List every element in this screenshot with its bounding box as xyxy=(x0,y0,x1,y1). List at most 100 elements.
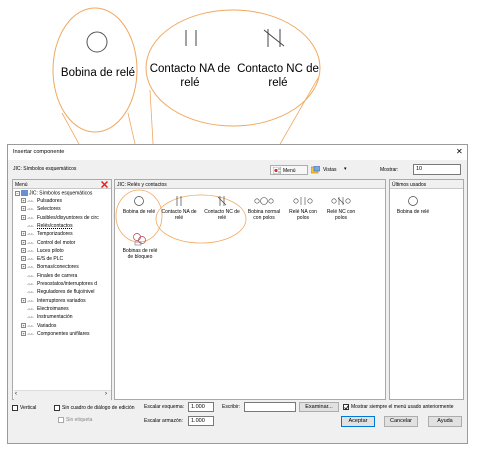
component-nc-poles[interactable]: Relé NC con polos xyxy=(323,195,359,221)
dropdown-arrow-icon: ▾ xyxy=(344,166,347,172)
tree-root[interactable]: − JIC: Símbolos esquemáticos xyxy=(15,190,92,197)
tree-item[interactable]: -•-•- Relés/contactos xyxy=(21,222,73,229)
library-icon xyxy=(21,190,28,196)
tree-item[interactable]: + -•-•- Fusibles/disyuntores de circ xyxy=(21,214,99,221)
symbol-folder-icon: -•-•- xyxy=(27,305,34,311)
no-edit-dialog-label: Sin cuadro de diálogo de edición xyxy=(62,405,135,411)
expand-icon[interactable]: + xyxy=(21,214,26,220)
always-show-menu-label: Mostrar siempre el menú usado anteriorme… xyxy=(351,404,454,410)
vertical-label: Vertical xyxy=(20,405,37,411)
coil-icon xyxy=(408,196,418,206)
tree-item[interactable]: -•-•- Electroimanes xyxy=(21,305,69,312)
symbol-folder-icon: -•-•- xyxy=(27,297,34,303)
tree-item[interactable]: + -•-•- Temporizadores xyxy=(21,230,73,237)
menu-tree-panel: Menú − JIC: Símbolos esquemáticos + -•-•- P… xyxy=(12,179,112,400)
nc-contact-icon xyxy=(217,196,227,206)
menu-tree-header: Menú xyxy=(13,180,111,189)
tree-item-label: Fusibles/disyuntores de circ xyxy=(37,214,99,221)
write-label: Escribir: xyxy=(222,404,241,410)
tree-item-label: Bornas/conectores xyxy=(37,264,79,271)
tree-item-label: Electroimanes xyxy=(37,305,69,312)
symbol-folder-icon: -•-•- xyxy=(27,256,34,262)
symbol-folder-icon: -•-•- xyxy=(27,281,34,286)
expand-icon[interactable]: + xyxy=(21,239,26,245)
component-nc-poles-label: Relé NC con polos xyxy=(326,209,356,221)
component-coil[interactable]: Bobina de relé xyxy=(120,195,158,215)
tree-item[interactable]: -•-•- Reguladores de flujo/nivel xyxy=(21,288,95,295)
write-input[interactable] xyxy=(244,402,296,412)
tree-item[interactable]: + -•-•- Componentes unifilares xyxy=(21,330,90,337)
expand-icon[interactable]: + xyxy=(21,297,26,303)
expand-icon[interactable]: + xyxy=(21,247,26,253)
coil-icon xyxy=(134,196,144,206)
always-show-menu-checkbox[interactable] xyxy=(343,404,349,410)
views-button-label: Vistas xyxy=(323,167,337,173)
cancel-button[interactable]: Cancelar xyxy=(384,416,418,427)
no-tags-checkbox[interactable] xyxy=(58,417,64,423)
symbol-folder-icon: -•-•- xyxy=(27,314,34,320)
tree-item[interactable]: + -•-•- Luces piloto xyxy=(21,247,64,254)
tree-item[interactable]: -•-•- Finales de carrera xyxy=(21,272,77,279)
component-latch-coil[interactable]: Bobinas de relé de bloqueo xyxy=(120,232,160,260)
collapse-icon[interactable]: − xyxy=(15,190,20,196)
show-count-input[interactable]: 10 xyxy=(413,164,461,175)
menu-button[interactable]: Menú xyxy=(270,165,308,175)
tree-item-label: Temporizadores xyxy=(37,231,73,238)
tree-item-label: Instrumentación xyxy=(37,314,73,321)
tree-item[interactable]: -•-•- Instrumentación xyxy=(21,313,73,320)
scroll-left-arrow-icon[interactable]: ‹ xyxy=(15,391,17,397)
horizontal-scrollbar[interactable]: ‹ › xyxy=(14,390,111,400)
symbol-folder-icon: -•-•- xyxy=(27,289,34,295)
scale-schematic-input[interactable]: 1.000 xyxy=(188,402,214,412)
expand-icon[interactable]: + xyxy=(21,264,26,270)
tree-item-label: Selectores xyxy=(37,206,61,213)
tree-item[interactable]: + -•-•- E/S de PLC xyxy=(21,255,63,262)
tree-item-label: Reguladores de flujo/nivel xyxy=(37,289,95,296)
no-edit-dialog-checkbox[interactable] xyxy=(54,405,60,411)
close-red-x-icon[interactable] xyxy=(101,181,108,188)
close-icon[interactable]: ✕ xyxy=(456,147,463,156)
vertical-checkbox[interactable] xyxy=(12,405,18,411)
component-no-poles[interactable]: Relé NA con polos xyxy=(285,195,321,221)
views-icon xyxy=(311,166,320,174)
tree-item[interactable]: -•-•- Presostatos/interruptores d xyxy=(21,280,97,287)
component-nc-contact[interactable]: Contacto NC de relé xyxy=(201,195,243,221)
no-contact-icon xyxy=(176,196,182,206)
expand-icon[interactable]: + xyxy=(21,206,26,212)
tree-item-label: Luces piloto xyxy=(37,247,64,254)
recently-used-header: Últimos usados xyxy=(390,180,463,189)
expand-icon[interactable]: + xyxy=(21,330,26,336)
accept-button[interactable]: Aceptar xyxy=(341,416,375,427)
path-label: JIC: Símbolos esquemáticos xyxy=(13,166,77,172)
expand-icon[interactable]: + xyxy=(21,198,26,203)
tree-item[interactable]: + -•-•- Interruptores variados xyxy=(21,297,86,304)
menu-button-label: Menú xyxy=(283,168,296,174)
tree-item[interactable]: + -•-•- Selectores xyxy=(21,205,61,212)
tree-item-label: Finales de carrera xyxy=(37,272,78,279)
browse-button[interactable]: Examinar... xyxy=(299,402,339,412)
recent-coil[interactable]: Bobina de relé xyxy=(394,195,432,215)
scale-frame-input[interactable]: 1.000 xyxy=(188,416,214,426)
expand-icon[interactable]: + xyxy=(21,231,26,237)
component-nc-contact-label: Contacto NC de relé xyxy=(204,209,240,221)
component-coil-poles[interactable]: Bobina normal con polos xyxy=(245,195,283,221)
tree-item[interactable]: + -•-•- Pulsadores xyxy=(21,197,62,204)
show-label: Mostrar: xyxy=(380,167,399,173)
component-panel-title: JIC: Relés y contactos xyxy=(117,182,167,188)
component-panel-header: JIC: Relés y contactos xyxy=(115,180,385,189)
title-bar: Insertar componente ✕ xyxy=(8,145,467,160)
tree-item-label: Relés/contactos xyxy=(37,222,73,229)
views-button[interactable]: Vistas ▾ xyxy=(321,165,351,175)
tree-item[interactable]: + -•-•- Bornas/conectores xyxy=(21,263,79,270)
tree-item[interactable]: + -•-•- Variados xyxy=(21,322,56,329)
component-coil-poles-label: Bobina normal con polos xyxy=(247,209,281,221)
expand-icon[interactable]: + xyxy=(21,322,26,328)
component-no-contact[interactable]: Contacto NA de relé xyxy=(160,195,198,221)
tree-item[interactable]: + -•-•- Control del motor xyxy=(21,239,75,246)
tree-root-label: JIC: Símbolos esquemáticos xyxy=(29,190,93,197)
expand-icon[interactable]: + xyxy=(21,256,26,262)
scroll-right-arrow-icon[interactable]: › xyxy=(105,391,107,397)
symbol-folder-icon: -•-•- xyxy=(27,272,34,278)
symbol-folder-icon: -•-•- xyxy=(27,198,34,203)
help-button[interactable]: Ayuda xyxy=(428,416,462,427)
